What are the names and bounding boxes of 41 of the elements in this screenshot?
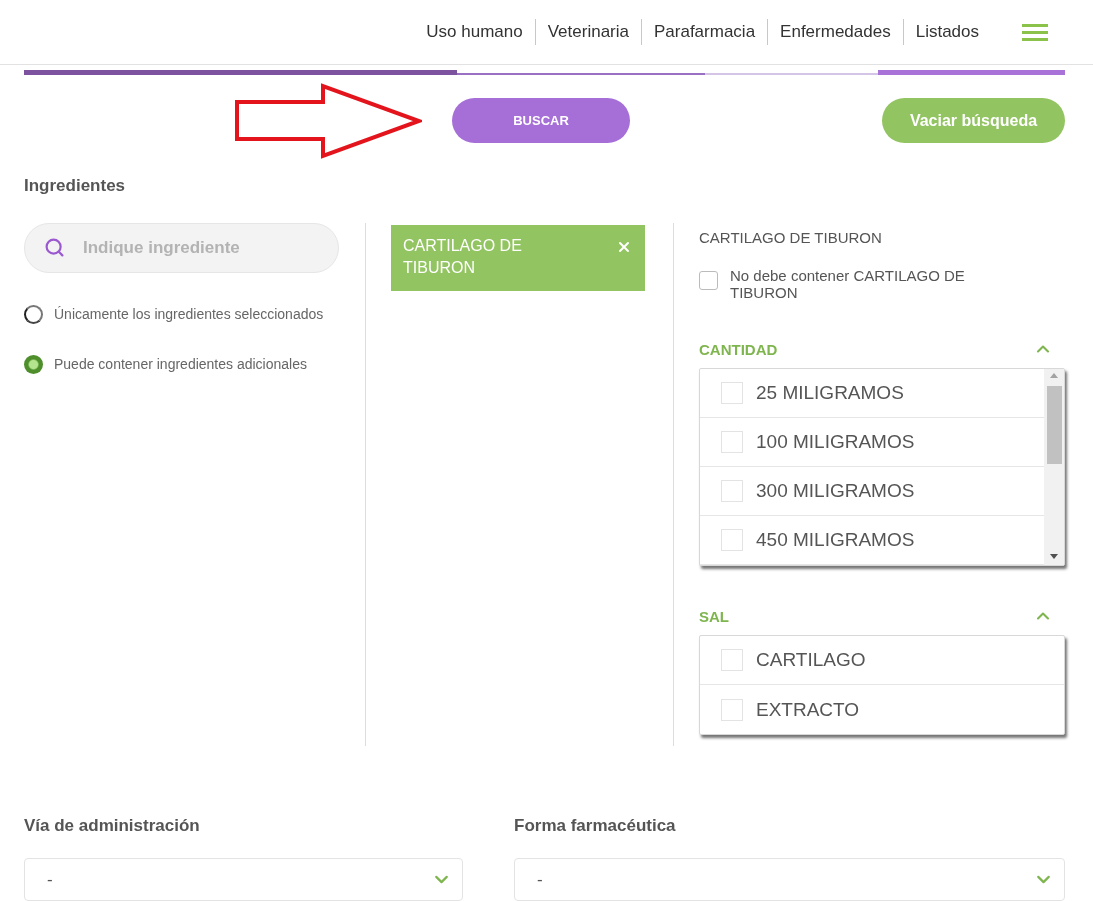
select-field[interactable]: - [24,858,463,901]
field-label: Vía de administración [24,816,200,836]
scrollbar-thumb[interactable] [1046,386,1062,464]
checkbox-label: No debe contener CARTILAGO DE TIBURON [730,267,966,301]
radio-label: Puede contener ingredientes adicionales [54,356,307,372]
nav-link[interactable]: Parafarmacia [641,19,768,45]
nav-link[interactable]: Uso humano [414,19,535,45]
checkbox[interactable] [721,431,743,453]
group-title: SAL [699,607,729,625]
scrollbar[interactable] [1044,369,1064,565]
option-label: 300 MILIGRAMOS [756,480,915,502]
group-title: CANTIDAD [699,340,778,358]
tag-label: CARTILAGO DE TIBURON [403,236,523,278]
checkbox[interactable] [721,698,743,721]
scroll-down-icon[interactable] [1050,554,1058,559]
search-field[interactable]: Indique ingrediente [24,223,339,273]
option-label: 100 MILIGRAMOS [756,431,915,453]
checkbox[interactable] [721,649,743,671]
option-label: 25 MILIGRAMOS [756,382,904,404]
checkbox[interactable] [721,529,743,551]
search-icon [44,237,65,258]
field-label: Forma farmacéutica [514,816,676,836]
radio-label: Únicamente los ingredientes seleccionados [54,306,324,322]
search-button[interactable]: BUSCAR [452,98,630,143]
section-title: Ingredientes [24,176,126,196]
nav-link[interactable]: Listados [902,19,991,45]
option-label: 450 MILIGRAMOS [756,529,915,551]
nav-link[interactable]: Enfermedades [767,19,903,45]
menu-icon[interactable] [1022,23,1048,41]
checkbox[interactable] [699,271,718,290]
checkbox[interactable] [721,382,743,404]
nav-link[interactable]: Veterinaria [534,19,641,45]
radio-button[interactable] [24,354,43,374]
radio-button[interactable] [24,304,43,324]
close-icon[interactable] [616,239,632,255]
scroll-up-icon[interactable] [1050,373,1058,378]
select-field[interactable]: - [514,858,1065,901]
checkbox[interactable] [721,480,743,502]
option-label: EXTRACTO [756,698,860,721]
option-label: CARTILAGO [756,649,866,671]
ingredient-title: CARTILAGO DE TIBURON [699,229,882,246]
